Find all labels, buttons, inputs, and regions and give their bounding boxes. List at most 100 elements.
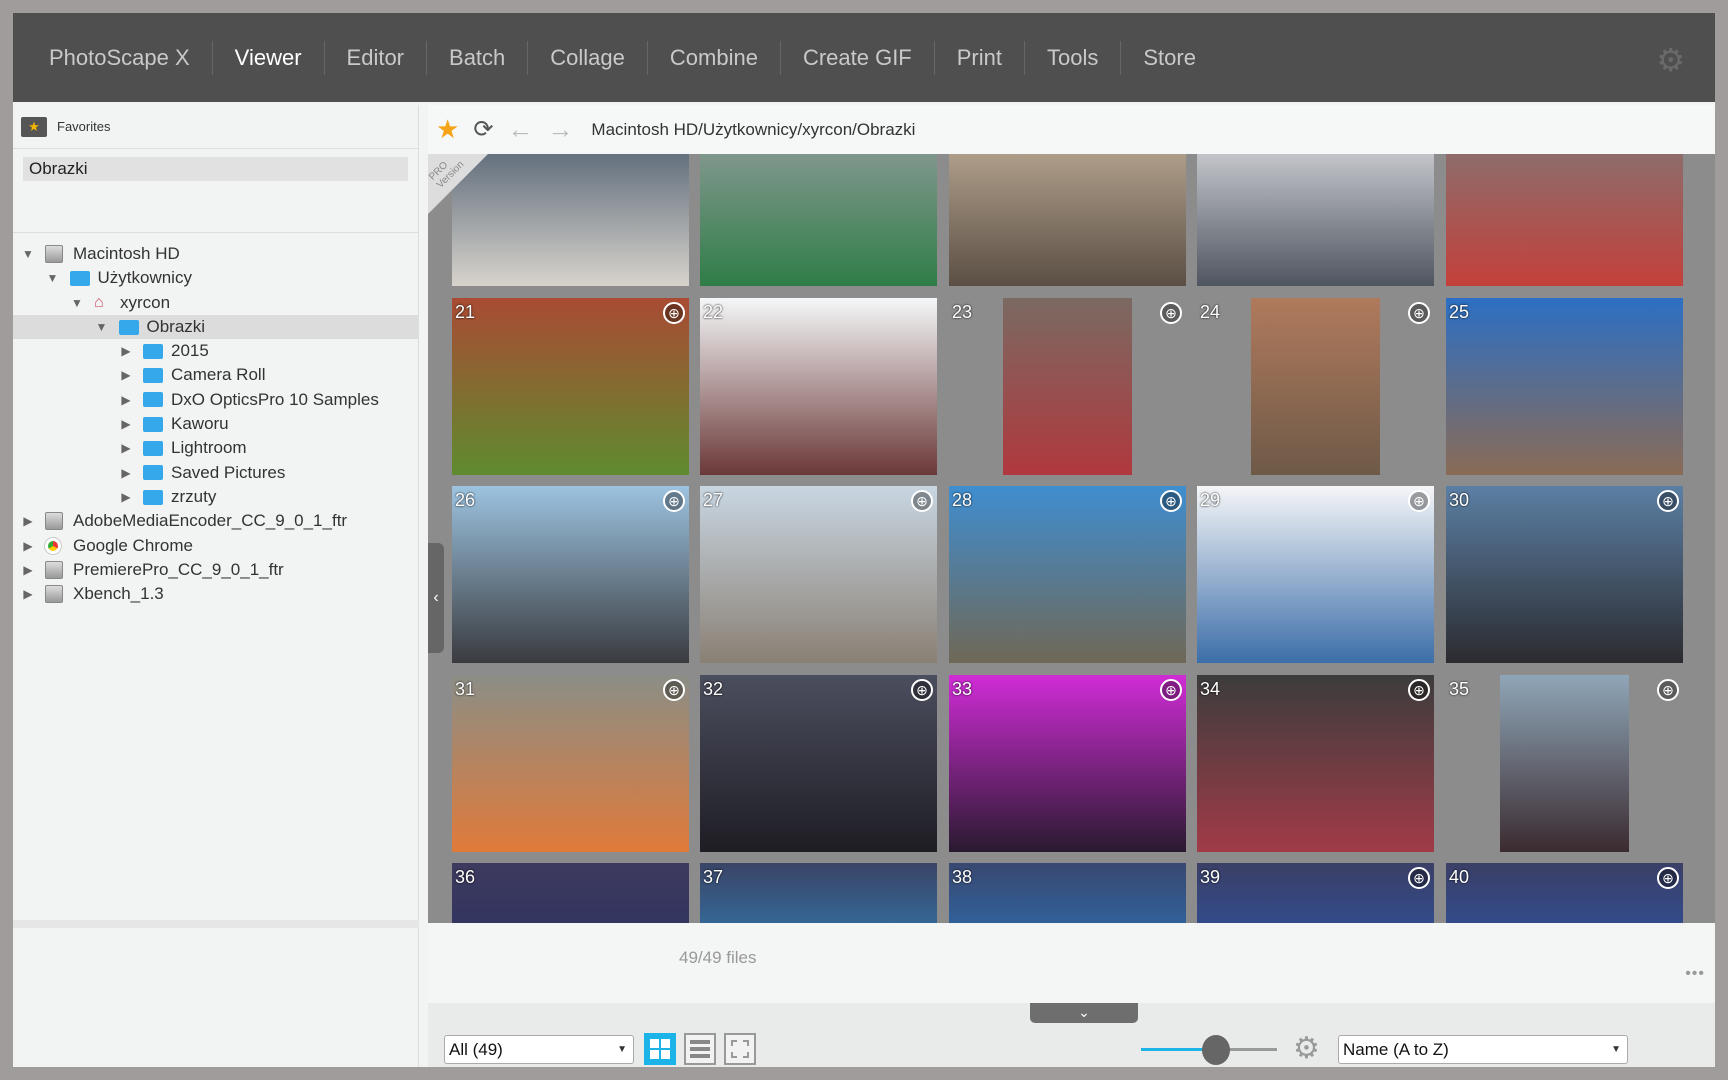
nav-tab-tools[interactable]: Tools [1025,40,1122,75]
thumbnail[interactable]: 29 ⊕ [1197,486,1434,663]
collapse-bottom-button[interactable]: ⌄ [1030,1003,1138,1023]
slider-handle[interactable] [1201,1035,1230,1065]
thumbnail[interactable]: 23 ⊕ [949,297,1186,475]
nav-tab-print[interactable]: Print [935,40,1025,75]
globe-icon[interactable]: ⊕ [1408,678,1430,701]
disclosure-collapsed-icon[interactable]: ▶ [119,412,133,436]
settings-gear-icon[interactable]: ⚙ [1656,41,1685,79]
thumbnail[interactable]: 38 [949,863,1186,923]
disclosure-collapsed-icon[interactable]: ▶ [21,558,35,582]
nav-tab-collage[interactable]: Collage [528,40,648,75]
thumbnail[interactable]: 31 ⊕ [452,674,689,852]
tree-item[interactable]: ▼ Macintosh HD [13,242,418,266]
globe-icon[interactable]: ⊕ [1160,490,1182,512]
globe-icon[interactable]: ⊕ [911,490,933,512]
globe-icon[interactable]: ⊕ [1160,678,1182,701]
tree-item[interactable]: ▶ DxO OpticsPro 10 Samples [13,388,418,412]
thumbnail[interactable]: 35 ⊕ [1446,674,1683,852]
globe-icon[interactable]: ⊕ [911,678,933,701]
tree-item-label: zrzuty [171,486,217,506]
thumbnail[interactable]: 26 ⊕ [452,486,689,663]
disclosure-collapsed-icon[interactable]: ▶ [119,339,133,363]
tree-item[interactable]: ▶ 2015 [13,339,418,363]
thumbnail[interactable]: 36 [452,863,689,923]
tree-item[interactable]: ▶ Saved Pictures [13,461,418,485]
nav-tab-viewer[interactable]: Viewer [213,40,325,75]
thumbnail[interactable]: 39 ⊕ [1197,863,1434,923]
thumbnail[interactable]: 34 ⊕ [1197,674,1434,852]
tree-item[interactable]: ▶ Kaworu [13,412,418,436]
thumbnail[interactable]: 33 ⊕ [949,674,1186,852]
tree-item[interactable]: ▼ Użytkownicy [13,266,418,290]
globe-icon[interactable]: ⊕ [1657,490,1679,512]
thumbnail[interactable]: 27 ⊕ [700,486,937,663]
tree-item[interactable]: ▶ PremierePro_CC_9_0_1_ftr [13,558,418,582]
thumbnail[interactable]: 24 ⊕ [1197,297,1434,475]
nav-tab-create-gif[interactable]: Create GIF [781,40,935,75]
nav-tab-editor[interactable]: Editor [325,40,428,75]
disclosure-expanded-icon[interactable]: ▼ [95,315,109,339]
tree-item[interactable]: ▶ Camera Roll [13,363,418,387]
nav-tab-combine[interactable]: Combine [648,40,781,75]
globe-icon[interactable]: ⊕ [663,678,685,701]
thumbnail-grid[interactable]: 21 ⊕ 22 23 ⊕ 24 ⊕ 25 26 ⊕ 27 ⊕ 28 ⊕ 29 ⊕ 30 ⊕ 31 ⊕ 32 ⊕ 33 ⊕ 34 ⊕… [428,154,1715,923]
disclosure-collapsed-icon[interactable]: ▶ [119,485,133,509]
globe-icon[interactable]: ⊕ [1408,490,1430,512]
thumbnail[interactable]: 40 ⊕ [1446,863,1683,923]
list-view-button[interactable] [684,1033,716,1065]
panel-divider[interactable] [13,920,419,928]
disclosure-collapsed-icon[interactable]: ▶ [21,509,35,533]
globe-icon[interactable]: ⊕ [1657,867,1679,889]
thumbnail-number: 35 [1449,678,1470,699]
globe-icon[interactable]: ⊕ [1160,301,1182,324]
thumbnail[interactable]: 25 [1446,297,1683,475]
favorite-item-obrazki[interactable]: Obrazki [23,157,408,181]
filter-select[interactable]: All (49) ▼ [444,1035,634,1064]
disclosure-collapsed-icon[interactable]: ▶ [119,461,133,485]
collapse-left-panel-button[interactable]: ‹ [428,543,444,653]
globe-icon[interactable]: ⊕ [663,490,685,512]
disclosure-collapsed-icon[interactable]: ▶ [119,436,133,460]
thumbnail[interactable]: 21 ⊕ [452,297,689,475]
back-arrow-icon[interactable]: ← [507,114,533,145]
tree-item[interactable]: ▶ Xbench_1.3 [13,582,418,606]
grid-view-button[interactable] [644,1033,676,1065]
thumbnail[interactable]: 28 ⊕ [949,486,1186,663]
bottom-toolbar: ⌄ All (49) ▼ ⚙ Name (A to Z) ▼ [428,1003,1715,1067]
tree-item[interactable]: ▶ Google Chrome [13,534,418,558]
globe-icon[interactable]: ⊕ [1408,867,1430,889]
tree-item[interactable]: ▶ zrzuty [13,485,418,509]
favorite-star-icon[interactable]: ★ [436,114,459,145]
sort-select[interactable]: Name (A to Z) ▼ [1338,1035,1628,1064]
disclosure-expanded-icon[interactable]: ▼ [46,266,60,290]
thumbnail-size-slider[interactable] [1141,1035,1277,1065]
disclosure-expanded-icon[interactable]: ▼ [70,291,84,315]
disclosure-collapsed-icon[interactable]: ▶ [21,582,35,606]
tree-item[interactable]: ▶ Lightroom [13,436,418,460]
thumbnail[interactable]: 30 ⊕ [1446,486,1683,663]
thumbnail[interactable] [1446,154,1683,286]
thumbnail[interactable]: 37 [700,863,937,923]
nav-tab-store[interactable]: Store [1121,41,1218,75]
disclosure-collapsed-icon[interactable]: ▶ [21,534,35,558]
gear-icon[interactable]: ⚙ [1293,1031,1320,1066]
globe-icon[interactable]: ⊕ [1408,301,1430,324]
thumbnail[interactable] [1197,154,1434,286]
thumbnail[interactable] [949,154,1186,286]
thumbnail[interactable]: 22 [700,297,937,475]
globe-icon[interactable]: ⊕ [663,301,685,324]
fullscreen-view-button[interactable] [724,1033,756,1065]
thumbnail[interactable]: 32 ⊕ [700,674,937,852]
forward-arrow-icon[interactable]: → [547,114,573,145]
tree-item[interactable]: ▼ ⌂ xyrcon [13,291,418,315]
tree-item[interactable]: ▼ Obrazki [13,314,418,340]
globe-icon[interactable]: ⊕ [1657,678,1679,701]
disclosure-expanded-icon[interactable]: ▼ [21,242,35,266]
refresh-icon[interactable]: ⟳ [473,115,493,144]
thumbnail[interactable] [700,154,937,286]
disclosure-collapsed-icon[interactable]: ▶ [119,388,133,412]
nav-tab-batch[interactable]: Batch [427,40,529,75]
more-options-button[interactable]: ••• [1685,965,1705,983]
disclosure-collapsed-icon[interactable]: ▶ [119,363,133,387]
tree-item[interactable]: ▶ AdobeMediaEncoder_CC_9_0_1_ftr [13,509,418,533]
